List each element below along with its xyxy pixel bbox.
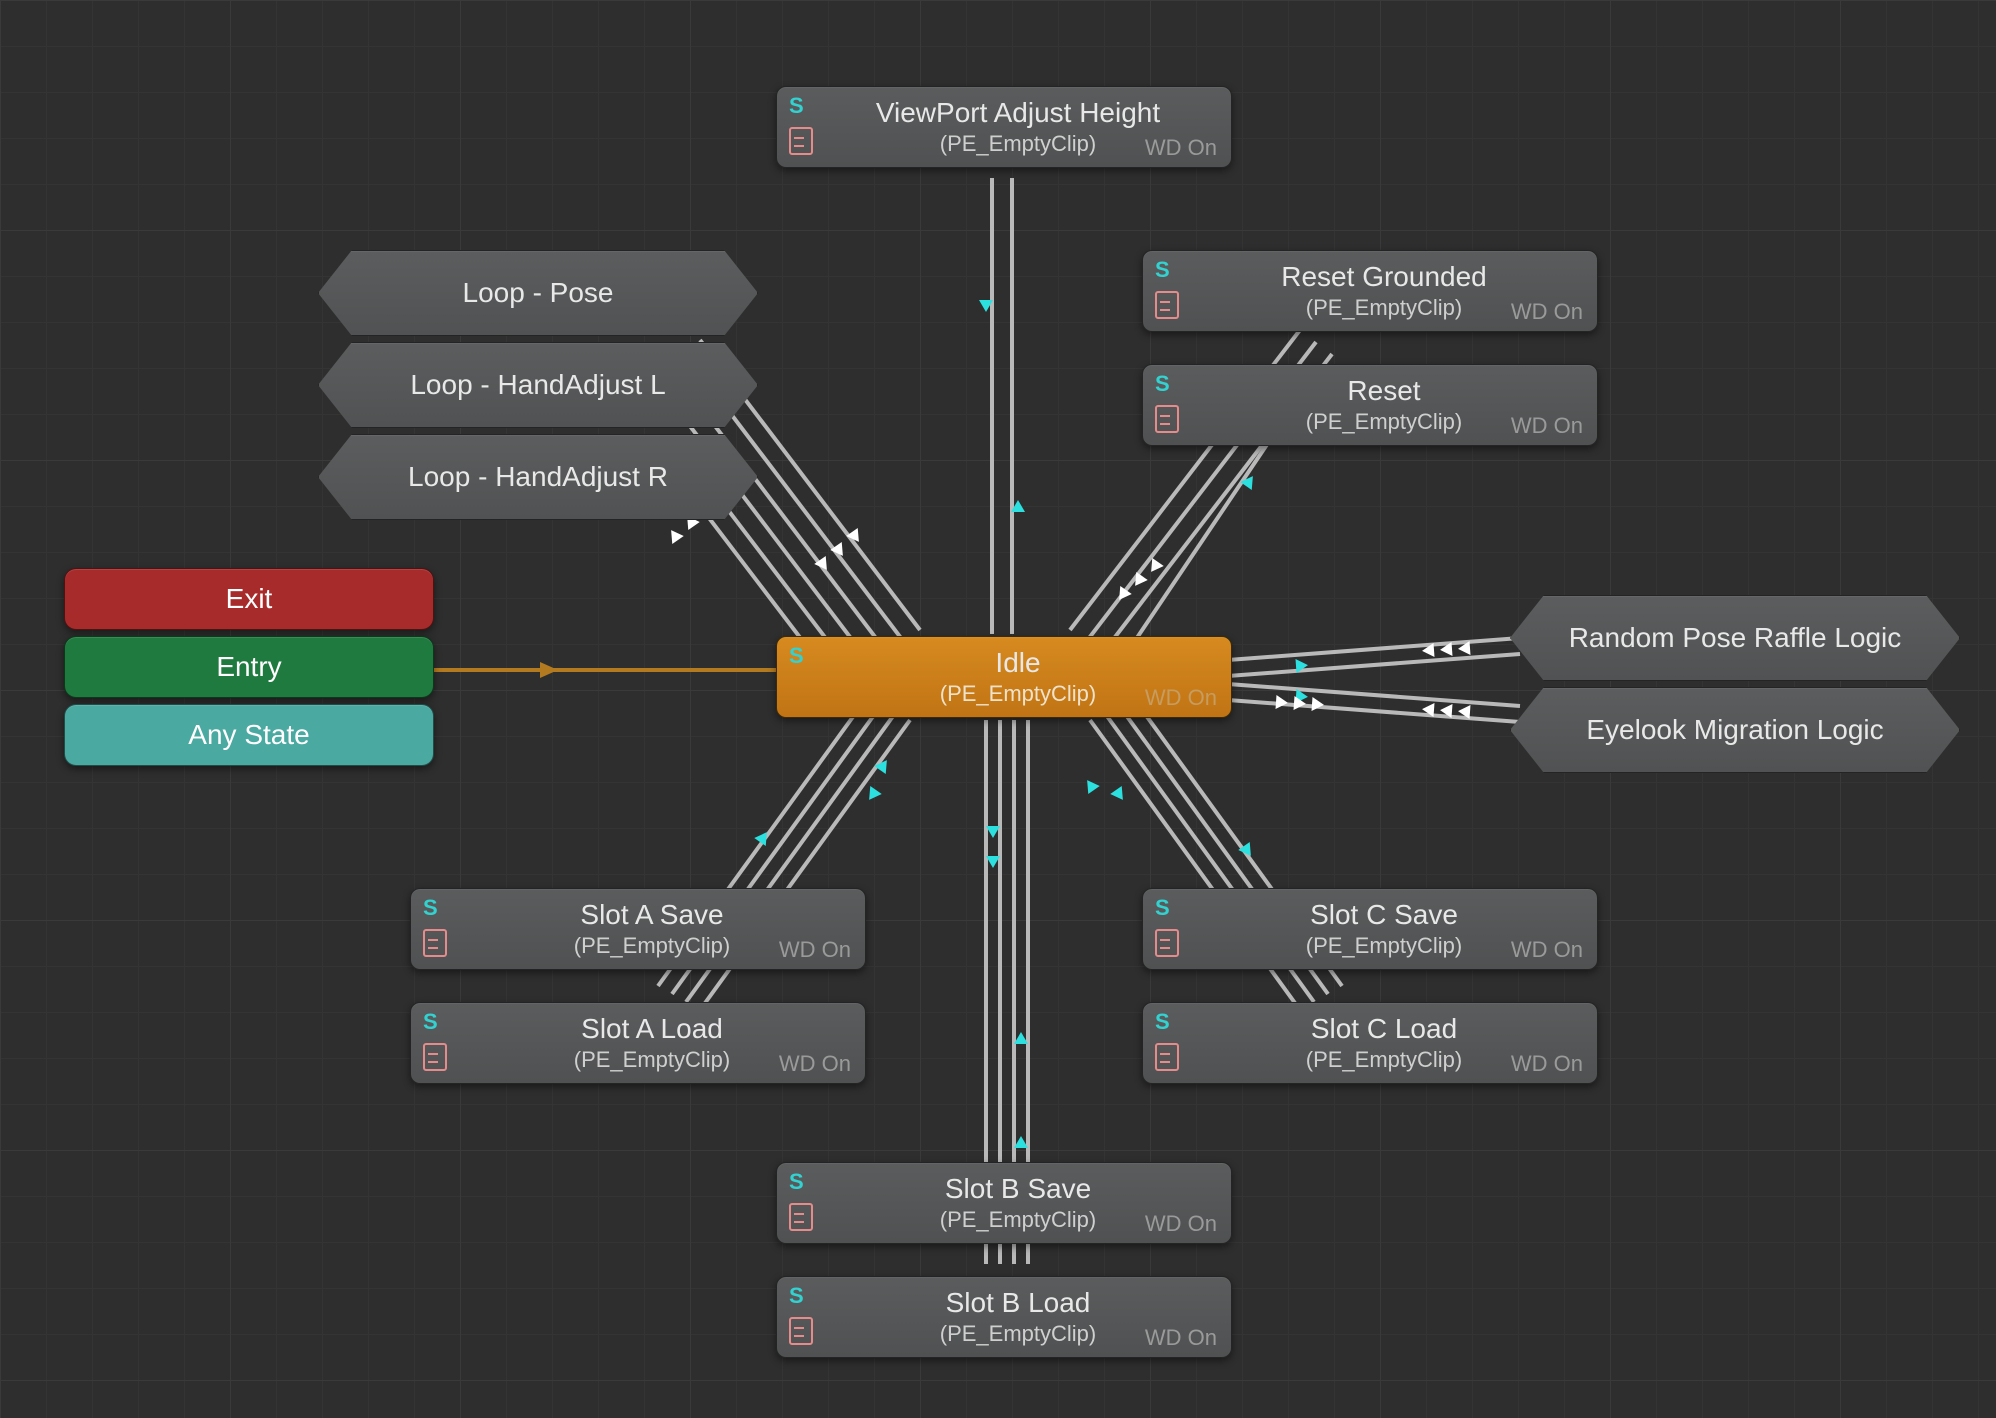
title: Slot C Load: [1189, 1013, 1579, 1045]
title: Reset Grounded: [1189, 261, 1579, 293]
behaviour-icon: [789, 1317, 813, 1345]
animator-graph-canvas[interactable]: Exit Entry Any State Loop - Pose Loop - …: [0, 0, 1996, 1418]
sync-badge: S: [1155, 257, 1170, 283]
wd-label: WD On: [1145, 135, 1217, 161]
wd-label: WD On: [1511, 1051, 1583, 1077]
sync-badge: S: [789, 93, 804, 119]
behaviour-icon: [1155, 929, 1179, 957]
wd-label: WD On: [1145, 1211, 1217, 1237]
state-slot-c-load[interactable]: S Slot C Load (PE_EmptyClip) WD On: [1142, 1002, 1598, 1084]
sync-badge: S: [789, 1169, 804, 1195]
behaviour-icon: [1155, 1043, 1179, 1071]
title: Slot C Save: [1189, 899, 1579, 931]
title: Slot A Save: [457, 899, 847, 931]
substate-loop-hand-r[interactable]: Loop - HandAdjust R: [318, 434, 758, 520]
wd-label: WD On: [1511, 299, 1583, 325]
sync-badge: S: [423, 1009, 438, 1035]
state-slot-b-load[interactable]: S Slot B Load (PE_EmptyClip) WD On: [776, 1276, 1232, 1358]
label: Loop - Pose: [463, 277, 614, 309]
any-state-node[interactable]: Any State: [64, 704, 434, 766]
label: Any State: [188, 719, 309, 751]
sync-badge: S: [789, 643, 804, 669]
title: Slot B Save: [823, 1173, 1213, 1205]
state-idle-default[interactable]: S Idle (PE_EmptyClip) WD On: [776, 636, 1232, 718]
wd-label: WD On: [1145, 685, 1217, 711]
sync-badge: S: [1155, 1009, 1170, 1035]
entry-node[interactable]: Entry: [64, 636, 434, 698]
behaviour-icon: [423, 1043, 447, 1071]
label: Random Pose Raffle Logic: [1569, 622, 1902, 654]
substate-loop-hand-l[interactable]: Loop - HandAdjust L: [318, 342, 758, 428]
state-viewport-adjust-height[interactable]: S ViewPort Adjust Height (PE_EmptyClip) …: [776, 86, 1232, 168]
wd-label: WD On: [1511, 937, 1583, 963]
sync-badge: S: [1155, 371, 1170, 397]
exit-node[interactable]: Exit: [64, 568, 434, 630]
label: Loop - HandAdjust R: [408, 461, 668, 493]
label: Entry: [216, 651, 281, 683]
behaviour-icon: [1155, 291, 1179, 319]
state-slot-c-save[interactable]: S Slot C Save (PE_EmptyClip) WD On: [1142, 888, 1598, 970]
state-slot-a-save[interactable]: S Slot A Save (PE_EmptyClip) WD On: [410, 888, 866, 970]
state-reset-grounded[interactable]: S Reset Grounded (PE_EmptyClip) WD On: [1142, 250, 1598, 332]
title: Idle: [823, 647, 1213, 679]
label: Exit: [226, 583, 273, 615]
sync-badge: S: [789, 1283, 804, 1309]
state-slot-a-load[interactable]: S Slot A Load (PE_EmptyClip) WD On: [410, 1002, 866, 1084]
state-slot-b-save[interactable]: S Slot B Save (PE_EmptyClip) WD On: [776, 1162, 1232, 1244]
title: Slot A Load: [457, 1013, 847, 1045]
sync-badge: S: [1155, 895, 1170, 921]
substate-loop-pose[interactable]: Loop - Pose: [318, 250, 758, 336]
label: Eyelook Migration Logic: [1586, 714, 1883, 746]
substate-eyelook[interactable]: Eyelook Migration Logic: [1510, 687, 1960, 773]
wd-label: WD On: [1511, 413, 1583, 439]
title: Slot B Load: [823, 1287, 1213, 1319]
wd-label: WD On: [779, 1051, 851, 1077]
wd-label: WD On: [779, 937, 851, 963]
wd-label: WD On: [1145, 1325, 1217, 1351]
behaviour-icon: [423, 929, 447, 957]
label: Loop - HandAdjust L: [410, 369, 665, 401]
substate-random-raffle[interactable]: Random Pose Raffle Logic: [1510, 595, 1960, 681]
sync-badge: S: [423, 895, 438, 921]
state-reset[interactable]: S Reset (PE_EmptyClip) WD On: [1142, 364, 1598, 446]
behaviour-icon: [789, 127, 813, 155]
behaviour-icon: [1155, 405, 1179, 433]
title: Reset: [1189, 375, 1579, 407]
behaviour-icon: [789, 1203, 813, 1231]
title: ViewPort Adjust Height: [823, 97, 1213, 129]
